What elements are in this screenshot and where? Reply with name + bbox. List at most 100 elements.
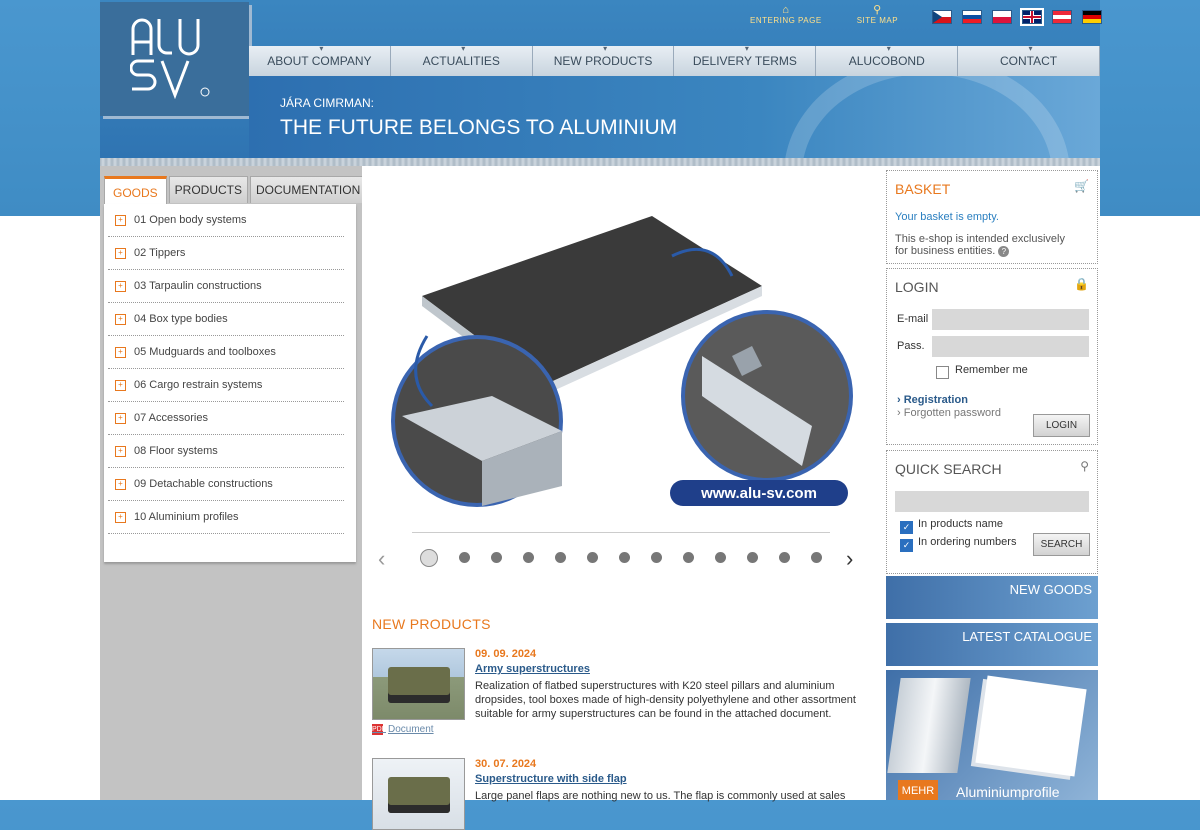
news-title-link[interactable]: Army superstructures — [475, 663, 590, 675]
slider-dots — [420, 549, 822, 567]
plus-icon: + — [115, 511, 126, 523]
plus-icon: + — [115, 214, 126, 226]
search-button[interactable]: SEARCH — [1033, 533, 1090, 556]
basket-box: BASKET 🛒 Your basket is empty. This e-sh… — [886, 170, 1098, 264]
nav-contact[interactable]: CONTACT — [958, 44, 1100, 76]
aluminium-profiles-banner[interactable]: MEHR Aluminiumprofile — [886, 670, 1098, 800]
slider-dot[interactable] — [651, 552, 662, 563]
news-date: 30. 07. 2024 — [475, 758, 537, 770]
product-slider: www.alu-sv.com ‹ › — [362, 166, 884, 598]
document-label: Document — [388, 724, 434, 735]
slider-dot[interactable] — [715, 552, 726, 563]
flag-sk-icon[interactable] — [962, 10, 982, 24]
basket-empty-text: Your basket is empty. — [895, 211, 999, 223]
category-item[interactable]: +03 Tarpaulin constructions — [108, 270, 344, 303]
sitemap-icon: ⚲ — [873, 4, 882, 16]
password-label: Pass. — [897, 340, 925, 352]
flag-pl-icon[interactable] — [992, 10, 1012, 24]
header-rail — [100, 158, 1100, 166]
nav-new-products[interactable]: NEW PRODUCTS — [532, 44, 675, 76]
pdf-icon: PDF — [372, 724, 386, 735]
help-icon[interactable]: ? — [998, 246, 1010, 257]
category-item[interactable]: +02 Tippers — [108, 237, 344, 270]
flag-cz-icon[interactable] — [932, 10, 952, 24]
login-button[interactable]: LOGIN — [1033, 414, 1090, 437]
slider-dot[interactable] — [619, 552, 630, 563]
new-products-section: NEW PRODUCTS 09. 09. 2024 Army superstru… — [362, 598, 884, 830]
category-item[interactable]: +06 Cargo restrain systems — [108, 369, 344, 402]
nav-about-company[interactable]: ABOUT COMPANY — [249, 44, 391, 76]
slider-dot[interactable] — [587, 552, 598, 563]
nav-alucobond[interactable]: ALUCOBOND — [816, 44, 959, 76]
category-item[interactable]: +01 Open body systems — [108, 204, 344, 237]
catalog-tabs: GOODS PRODUCTS DOCUMENTATION — [104, 176, 368, 206]
slider-dot[interactable] — [459, 552, 470, 563]
latest-catalogue-banner[interactable]: LATEST CATALOGUE — [886, 623, 1098, 666]
new-products-heading: NEW PRODUCTS — [372, 616, 491, 632]
news-item: 09. 09. 2024 Army superstructures Realiz… — [372, 648, 872, 748]
forgotten-password-label: Forgotten password — [903, 407, 1001, 419]
page-wrapper: ⌂ ENTERING PAGE ⚲ SITE MAP ABOUT COMPANY… — [100, 0, 1102, 830]
magnifier-icon: ⚲ — [1080, 459, 1089, 473]
news-thumbnail[interactable] — [372, 758, 465, 830]
slider-dot[interactable] — [779, 552, 790, 563]
document-link[interactable]: PDF Document — [372, 724, 434, 735]
ordering-numbers-checkbox[interactable]: ✓ — [900, 539, 913, 552]
products-name-checkbox[interactable]: ✓ — [900, 521, 913, 534]
site-map-link[interactable]: ⚲ SITE MAP — [857, 4, 898, 34]
slide-image[interactable]: www.alu-sv.com — [382, 186, 862, 516]
entering-page-link[interactable]: ⌂ ENTERING PAGE — [750, 4, 822, 34]
forgotten-password-link[interactable]: › Forgotten password — [897, 407, 1001, 419]
slider-dot[interactable] — [420, 549, 438, 567]
new-goods-banner[interactable]: NEW GOODS — [886, 576, 1098, 619]
remember-checkbox[interactable] — [936, 366, 949, 379]
plus-icon: + — [115, 346, 126, 358]
tab-products[interactable]: PRODUCTS — [168, 176, 249, 203]
news-title-link[interactable]: Superstructure with side flap — [475, 773, 627, 785]
tab-documentation[interactable]: DOCUMENTATION — [250, 176, 367, 203]
profile-image — [887, 678, 971, 773]
flag-at-icon[interactable] — [1052, 10, 1072, 24]
search-input[interactable] — [895, 491, 1089, 512]
profiles-label: Aluminiumprofile — [956, 784, 1060, 800]
right-column: BASKET 🛒 Your basket is empty. This e-sh… — [884, 166, 1100, 800]
plus-icon: + — [115, 379, 126, 391]
news-thumbnail[interactable] — [372, 648, 465, 720]
category-item[interactable]: +05 Mudguards and toolboxes — [108, 336, 344, 369]
slider-next-icon[interactable]: › — [846, 548, 866, 570]
slider-dot[interactable] — [747, 552, 758, 563]
flag-en-icon[interactable] — [1020, 8, 1044, 26]
main-nav: ABOUT COMPANY ACTUALITIES NEW PRODUCTS D… — [249, 44, 1100, 76]
email-field[interactable] — [932, 309, 1089, 330]
category-item[interactable]: +09 Detachable constructions — [108, 468, 344, 501]
news-date: 09. 09. 2024 — [475, 648, 537, 660]
home-icon: ⌂ — [782, 4, 790, 16]
news-description: Large panel flaps are nothing new to us.… — [475, 790, 846, 802]
plus-icon: + — [115, 313, 126, 325]
slide-url-text: www.alu-sv.com — [700, 485, 817, 502]
cart-icon[interactable]: 🛒 — [1074, 179, 1089, 193]
slider-dot[interactable] — [523, 552, 534, 563]
plus-icon: + — [115, 280, 126, 292]
category-item[interactable]: +08 Floor systems — [108, 435, 344, 468]
password-field[interactable] — [932, 336, 1089, 357]
category-item[interactable]: +04 Box type bodies — [108, 303, 344, 336]
slider-dot[interactable] — [811, 552, 822, 563]
tab-goods[interactable]: GOODS — [104, 176, 167, 206]
category-item[interactable]: +07 Accessories — [108, 402, 344, 435]
registration-link[interactable]: › Registration — [897, 394, 968, 406]
plus-icon: + — [115, 445, 126, 457]
slider-dot[interactable] — [491, 552, 502, 563]
nav-actualities[interactable]: ACTUALITIES — [390, 44, 533, 76]
logo[interactable] — [100, 2, 249, 116]
slider-dot[interactable] — [683, 552, 694, 563]
flag-de-icon[interactable] — [1082, 10, 1102, 24]
basket-note: This e-shop is intended exclusively for … — [895, 233, 1075, 257]
plus-icon: + — [115, 247, 126, 259]
category-box: +01 Open body systems +02 Tippers +03 Ta… — [104, 204, 356, 562]
slider-prev-icon[interactable]: ‹ — [378, 548, 398, 570]
category-item[interactable]: +10 Aluminium profiles — [108, 501, 344, 534]
nav-delivery-terms[interactable]: DELIVERY TERMS — [674, 44, 817, 76]
mehr-button[interactable]: MEHR — [898, 780, 938, 800]
slider-dot[interactable] — [555, 552, 566, 563]
